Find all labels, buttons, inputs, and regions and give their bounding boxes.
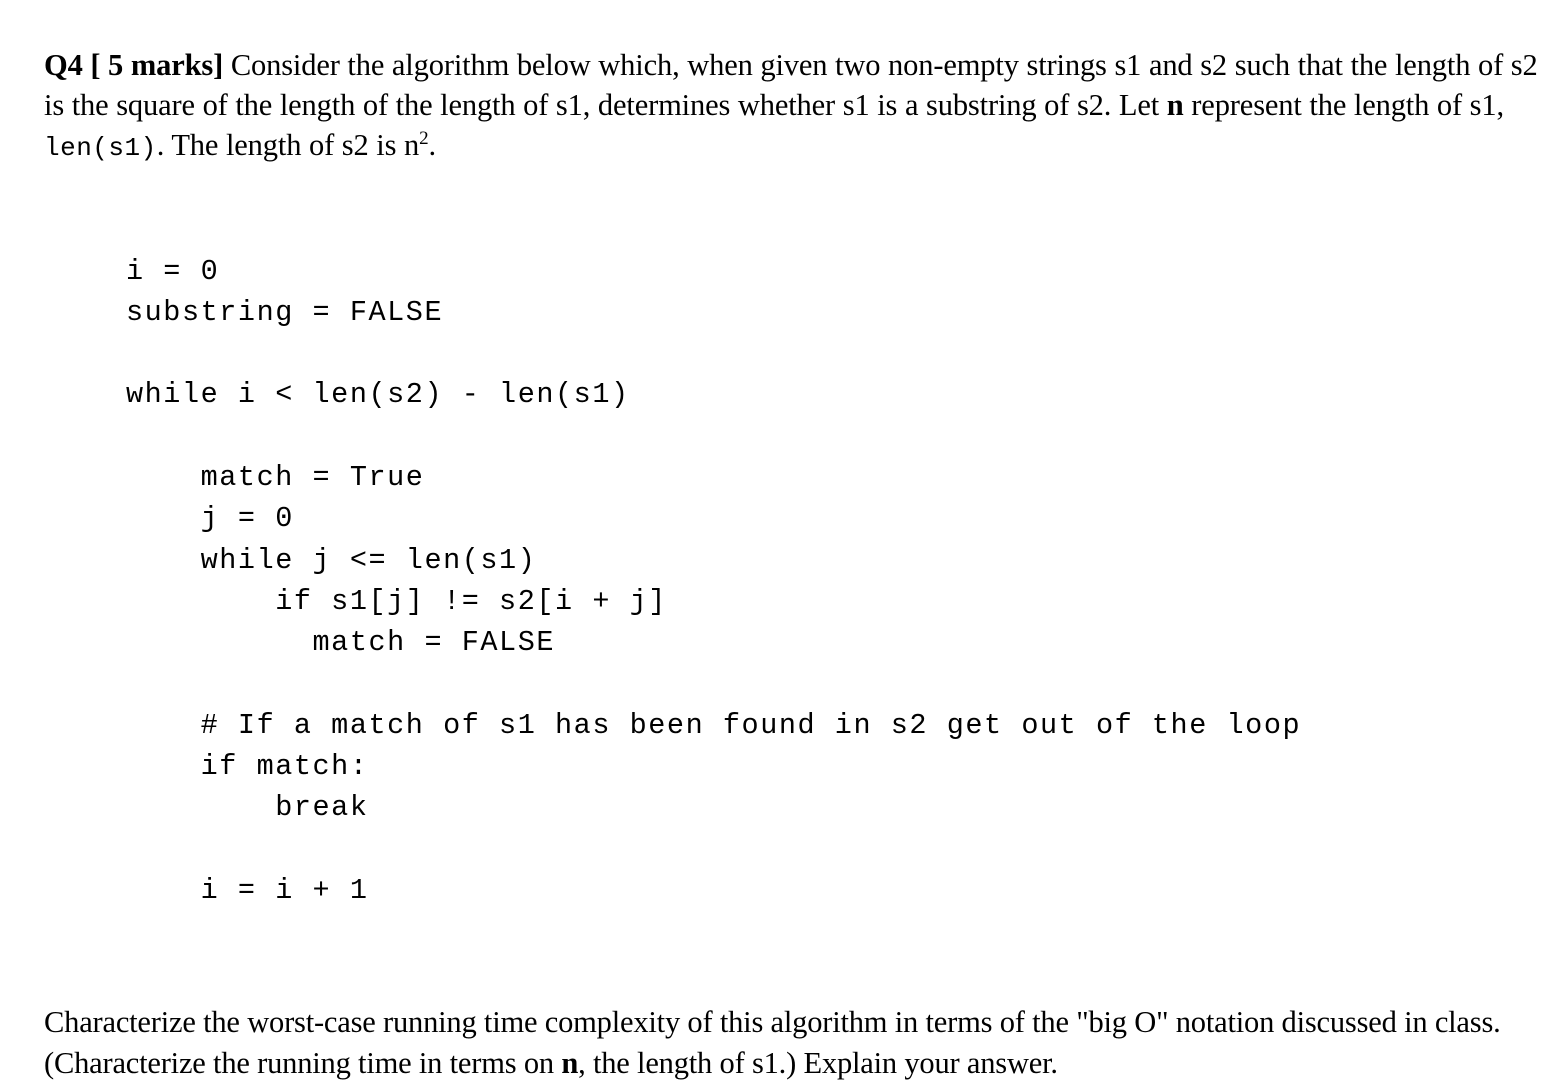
code-line: while i < len(s2) - len(s1) xyxy=(126,378,630,412)
closing-part-2: , the length of s1.) Explain your answer… xyxy=(578,1045,1058,1080)
question-body-part-3: . The length of s2 is n xyxy=(156,127,420,162)
question-intro-paragraph: Q4 [ 5 marks] Consider the algorithm bel… xyxy=(44,45,1544,168)
code-line-comment: # If a match of s1 has been found in s2 … xyxy=(126,708,1302,742)
len-s1-code-span: len(s1) xyxy=(44,132,157,163)
code-line: while j <= len(s1) xyxy=(126,543,537,577)
variable-n-bold-intro: n xyxy=(1166,87,1184,122)
variable-n-bold-closing: n xyxy=(561,1045,579,1080)
code-line: if match: xyxy=(126,750,369,784)
question-body-part-4: . xyxy=(428,127,436,162)
question-marks: [ 5 marks] xyxy=(90,47,224,82)
code-line: substring = FALSE xyxy=(126,295,444,329)
code-line: if s1[j] != s2[i + j] xyxy=(126,584,667,618)
code-line: i = 0 xyxy=(126,254,220,288)
algorithm-code-block: i = 0 substring = FALSE while i < len(s2) … xyxy=(126,251,1301,912)
code-line: i = i + 1 xyxy=(126,873,369,907)
code-line: match = True xyxy=(126,460,425,494)
code-line: match = FALSE xyxy=(126,626,556,660)
code-line: j = 0 xyxy=(126,502,294,536)
document-page: Q4 [ 5 marks] Consider the algorithm bel… xyxy=(0,0,1547,1080)
code-line: break xyxy=(126,791,369,825)
question-number: Q4 xyxy=(44,47,83,82)
closing-instruction-paragraph: Characterize the worst-case running time… xyxy=(44,1002,1547,1084)
question-body-part-2: represent the length of s1, xyxy=(1183,87,1504,122)
